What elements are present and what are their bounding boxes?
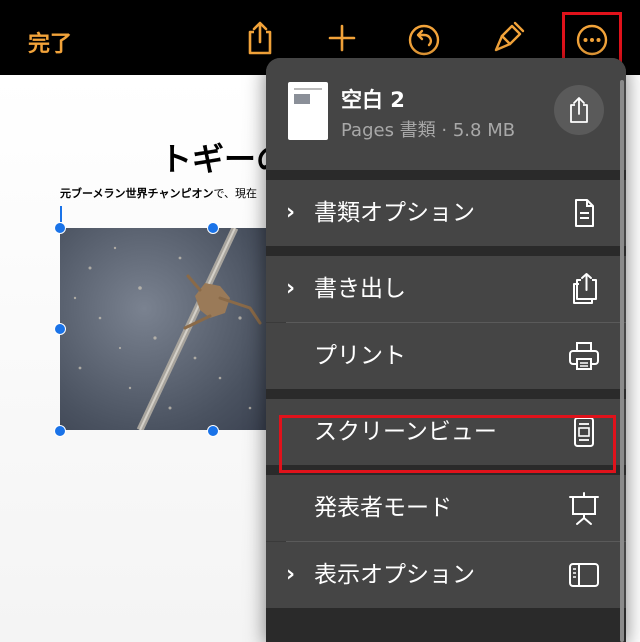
document-line-rest: で、現在 — [213, 187, 258, 200]
menu-item-print[interactable]: プリント — [266, 323, 626, 389]
menu-item-label: 表示オプション — [314, 562, 475, 588]
selection-handle-top-left[interactable] — [54, 222, 66, 234]
share-file-button[interactable] — [554, 85, 604, 135]
document-icon — [566, 195, 602, 231]
document-body-line[interactable]: 元ブーメラン世界チャンピオンで、現在 — [60, 185, 257, 201]
menu-scrollbar[interactable] — [620, 80, 624, 642]
menu-separator — [266, 608, 626, 642]
selection-handle-middle-left[interactable] — [54, 323, 66, 335]
share-icon[interactable] — [242, 20, 278, 56]
add-icon[interactable] — [324, 20, 360, 56]
file-info: Pages 書類 · 5.8 MB — [341, 120, 516, 141]
printer-icon — [566, 338, 602, 374]
file-thumbnail — [288, 82, 328, 140]
text-cursor — [60, 206, 62, 222]
menu-item-export[interactable]: › 書き出し — [266, 256, 626, 322]
undo-icon[interactable] — [406, 20, 442, 56]
file-name: 空白 2 — [341, 88, 405, 112]
selection-handle-top-middle[interactable] — [207, 222, 219, 234]
selection-handle-bottom-middle[interactable] — [207, 425, 219, 437]
chevron-right-icon: › — [286, 562, 296, 587]
done-button[interactable]: 完了 — [28, 26, 72, 58]
sidebar-icon — [566, 557, 602, 593]
menu-item-label: 発表者モード — [314, 495, 452, 521]
document-photo[interactable] — [60, 228, 270, 430]
selection-handle-bottom-left[interactable] — [54, 425, 66, 437]
menu-item-document-options[interactable]: › 書類オプション — [266, 180, 626, 246]
menu-item-presenter-mode[interactable]: 発表者モード — [266, 475, 626, 541]
menu-item-label: 書類オプション — [314, 200, 475, 226]
menu-separator — [266, 170, 626, 180]
paintbrush-icon[interactable] — [490, 20, 526, 56]
share-icon — [570, 97, 588, 123]
presenter-icon — [566, 490, 602, 526]
chevron-right-icon: › — [286, 200, 296, 225]
menu-file-header: 空白 2 Pages 書類 · 5.8 MB — [266, 58, 626, 170]
menu-separator — [266, 246, 626, 256]
screen-view-highlight — [279, 415, 616, 473]
chevron-right-icon: › — [286, 276, 296, 301]
document-line-bold: 元ブーメラン世界チャンピオン — [60, 187, 214, 200]
more-menu: 空白 2 Pages 書類 · 5.8 MB › 書類オプション › 書き出し … — [266, 58, 626, 642]
menu-separator — [266, 389, 626, 399]
menu-item-label: プリント — [314, 343, 406, 369]
menu-item-label: 書き出し — [314, 276, 406, 302]
export-icon — [566, 271, 602, 307]
menu-item-view-options[interactable]: › 表示オプション — [266, 542, 626, 608]
